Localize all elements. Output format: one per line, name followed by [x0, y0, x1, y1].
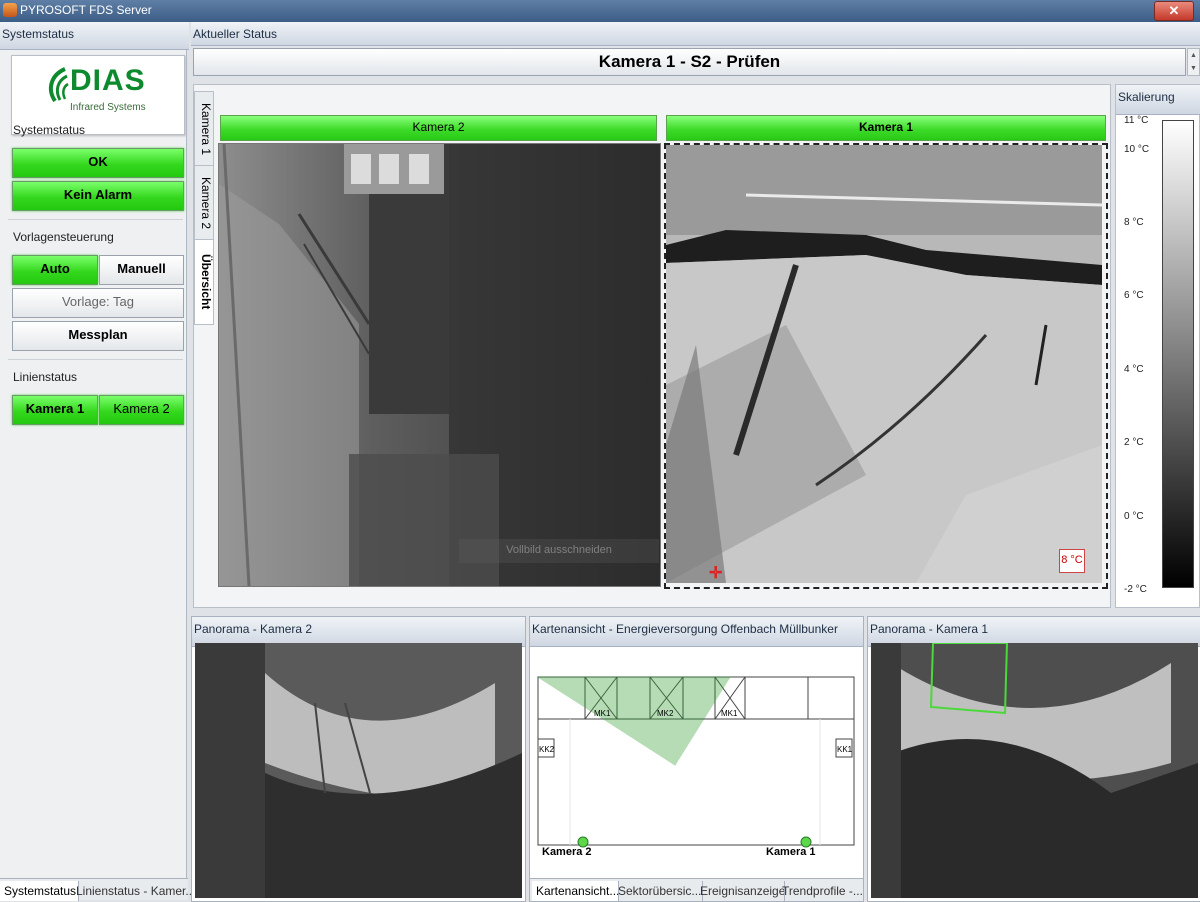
tab-trendprofile[interactable]: Trendprofile -... [778, 881, 866, 901]
vollbild-button[interactable]: Vollbild ausschneiden [459, 539, 659, 563]
left-pane-header: Systemstatus [0, 22, 189, 50]
window-titlebar: PYROSOFT FDS Server ✕ [0, 0, 1200, 22]
main-header: Aktueller Status [191, 22, 1200, 46]
panorama-camera2-image[interactable] [195, 643, 522, 898]
camera2-header: Kamera 2 [220, 115, 657, 141]
map-tabs: Kartenansicht... Sektorübersic... Ereign… [530, 878, 863, 901]
temperature-badge: 8 °C [1059, 549, 1085, 573]
left-pane: Systemstatus DIAS Infrared Systems Syste… [0, 22, 189, 878]
panorama-camera1-image[interactable] [871, 643, 1198, 898]
auto-button[interactable]: Auto [12, 255, 98, 285]
linie-kamera1-button[interactable]: Kamera 1 [12, 395, 98, 425]
left-bottom-tabs: Systemstatus Linienstatus - Kamer... [0, 878, 194, 901]
panorama-camera2-panel: Panorama - Kamera 2 [191, 616, 526, 902]
map-label-mk1: MK1 [594, 709, 611, 718]
scale-tick: 6 °C [1124, 290, 1144, 301]
scale-tick: 11 °C [1124, 115, 1149, 126]
tab-kamera2[interactable]: Kamera 2 [194, 165, 214, 241]
linienstatus-label: Linienstatus [13, 370, 78, 384]
map-label-kamera2: Kamera 2 [542, 846, 592, 858]
panorama-camera2-thermal [195, 643, 522, 898]
tab-kamera1[interactable]: Kamera 1 [194, 91, 214, 167]
status-scroll[interactable]: ▲ ▼ [1187, 48, 1200, 76]
tab-linienstatus[interactable]: Linienstatus - Kamer... [72, 881, 194, 901]
scale-tick: 4 °C [1124, 364, 1144, 375]
logo-text: DIAS [70, 64, 146, 97]
camera1-header: Kamera 1 [666, 115, 1106, 141]
scale-tick: 0 °C [1124, 511, 1144, 522]
panorama-camera1-thermal [871, 643, 1198, 898]
crosshair-icon: ✛ [709, 565, 723, 582]
divider [8, 359, 183, 360]
map-label-kamera1: Kamera 1 [766, 846, 816, 858]
tab-sektoruebersicht[interactable]: Sektorübersic... [614, 881, 703, 901]
map-label-kk2: KK2 [539, 745, 555, 754]
camera2-thermal-image [219, 144, 660, 586]
tab-uebersicht[interactable]: Übersicht [194, 239, 214, 325]
tab-systemstatus[interactable]: Systemstatus [0, 881, 79, 901]
temperature-gradient-bar [1162, 120, 1194, 588]
camera1-thermal-image [666, 145, 1103, 583]
messplan-button[interactable]: Messplan [12, 321, 184, 351]
linie-kamera2-button[interactable]: Kamera 2 [99, 395, 184, 425]
scale-header: Skalierung [1116, 85, 1200, 115]
tab-ereignisanzeige[interactable]: Ereignisanzeige [696, 881, 785, 901]
bunker-map[interactable]: MK1 MK2 MK1 KK2 KK1 Kamera 2 Kamera 1 [530, 643, 861, 875]
scale-tick: 2 °C [1124, 437, 1144, 448]
map-panel: Kartenansicht - Energieversorgung Offenb… [529, 616, 864, 902]
divider [8, 219, 183, 220]
scale-pane: Skalierung 11 °C 10 °C 8 °C 6 °C 4 °C 2 … [1115, 84, 1200, 608]
scale-tick: -2 °C [1124, 584, 1147, 595]
manuell-button[interactable]: Manuell [99, 255, 184, 285]
dias-logo-icon [48, 67, 69, 103]
camera-view-area: Kamera 1 Kamera 2 Übersicht Kamera 2 Vol… [193, 84, 1111, 608]
camera2-image[interactable]: Vollbild ausschneiden [218, 143, 661, 587]
scale-tick: 8 °C [1124, 217, 1144, 228]
map-label-mk2: MK2 [657, 709, 674, 718]
window-title: PYROSOFT FDS Server [20, 3, 152, 17]
status-title: Kamera 1 - S2 - Prüfen [193, 48, 1186, 76]
systemstatus-label: Systemstatus [13, 123, 86, 137]
panorama-camera1-panel: Panorama - Kamera 1 [867, 616, 1200, 902]
vorlagensteuerung-label: Vorlagensteuerung [13, 230, 114, 244]
tab-kartenansicht[interactable]: Kartenansicht... [532, 881, 619, 901]
status-ok-button[interactable]: OK [12, 148, 184, 178]
alarm-status-button[interactable]: Kein Alarm [12, 181, 184, 211]
map-label-mk1: MK1 [721, 709, 738, 718]
vorlage-button[interactable]: Vorlage: Tag [12, 288, 184, 318]
logo-subtitle: Infrared Systems [70, 102, 146, 113]
camera1-image[interactable]: 8 °C ✛ [664, 143, 1108, 589]
scale-tick: 10 °C [1124, 144, 1150, 155]
app-icon [3, 3, 17, 17]
map-label-kk1: KK1 [837, 745, 853, 754]
close-button[interactable]: ✕ [1154, 1, 1194, 21]
